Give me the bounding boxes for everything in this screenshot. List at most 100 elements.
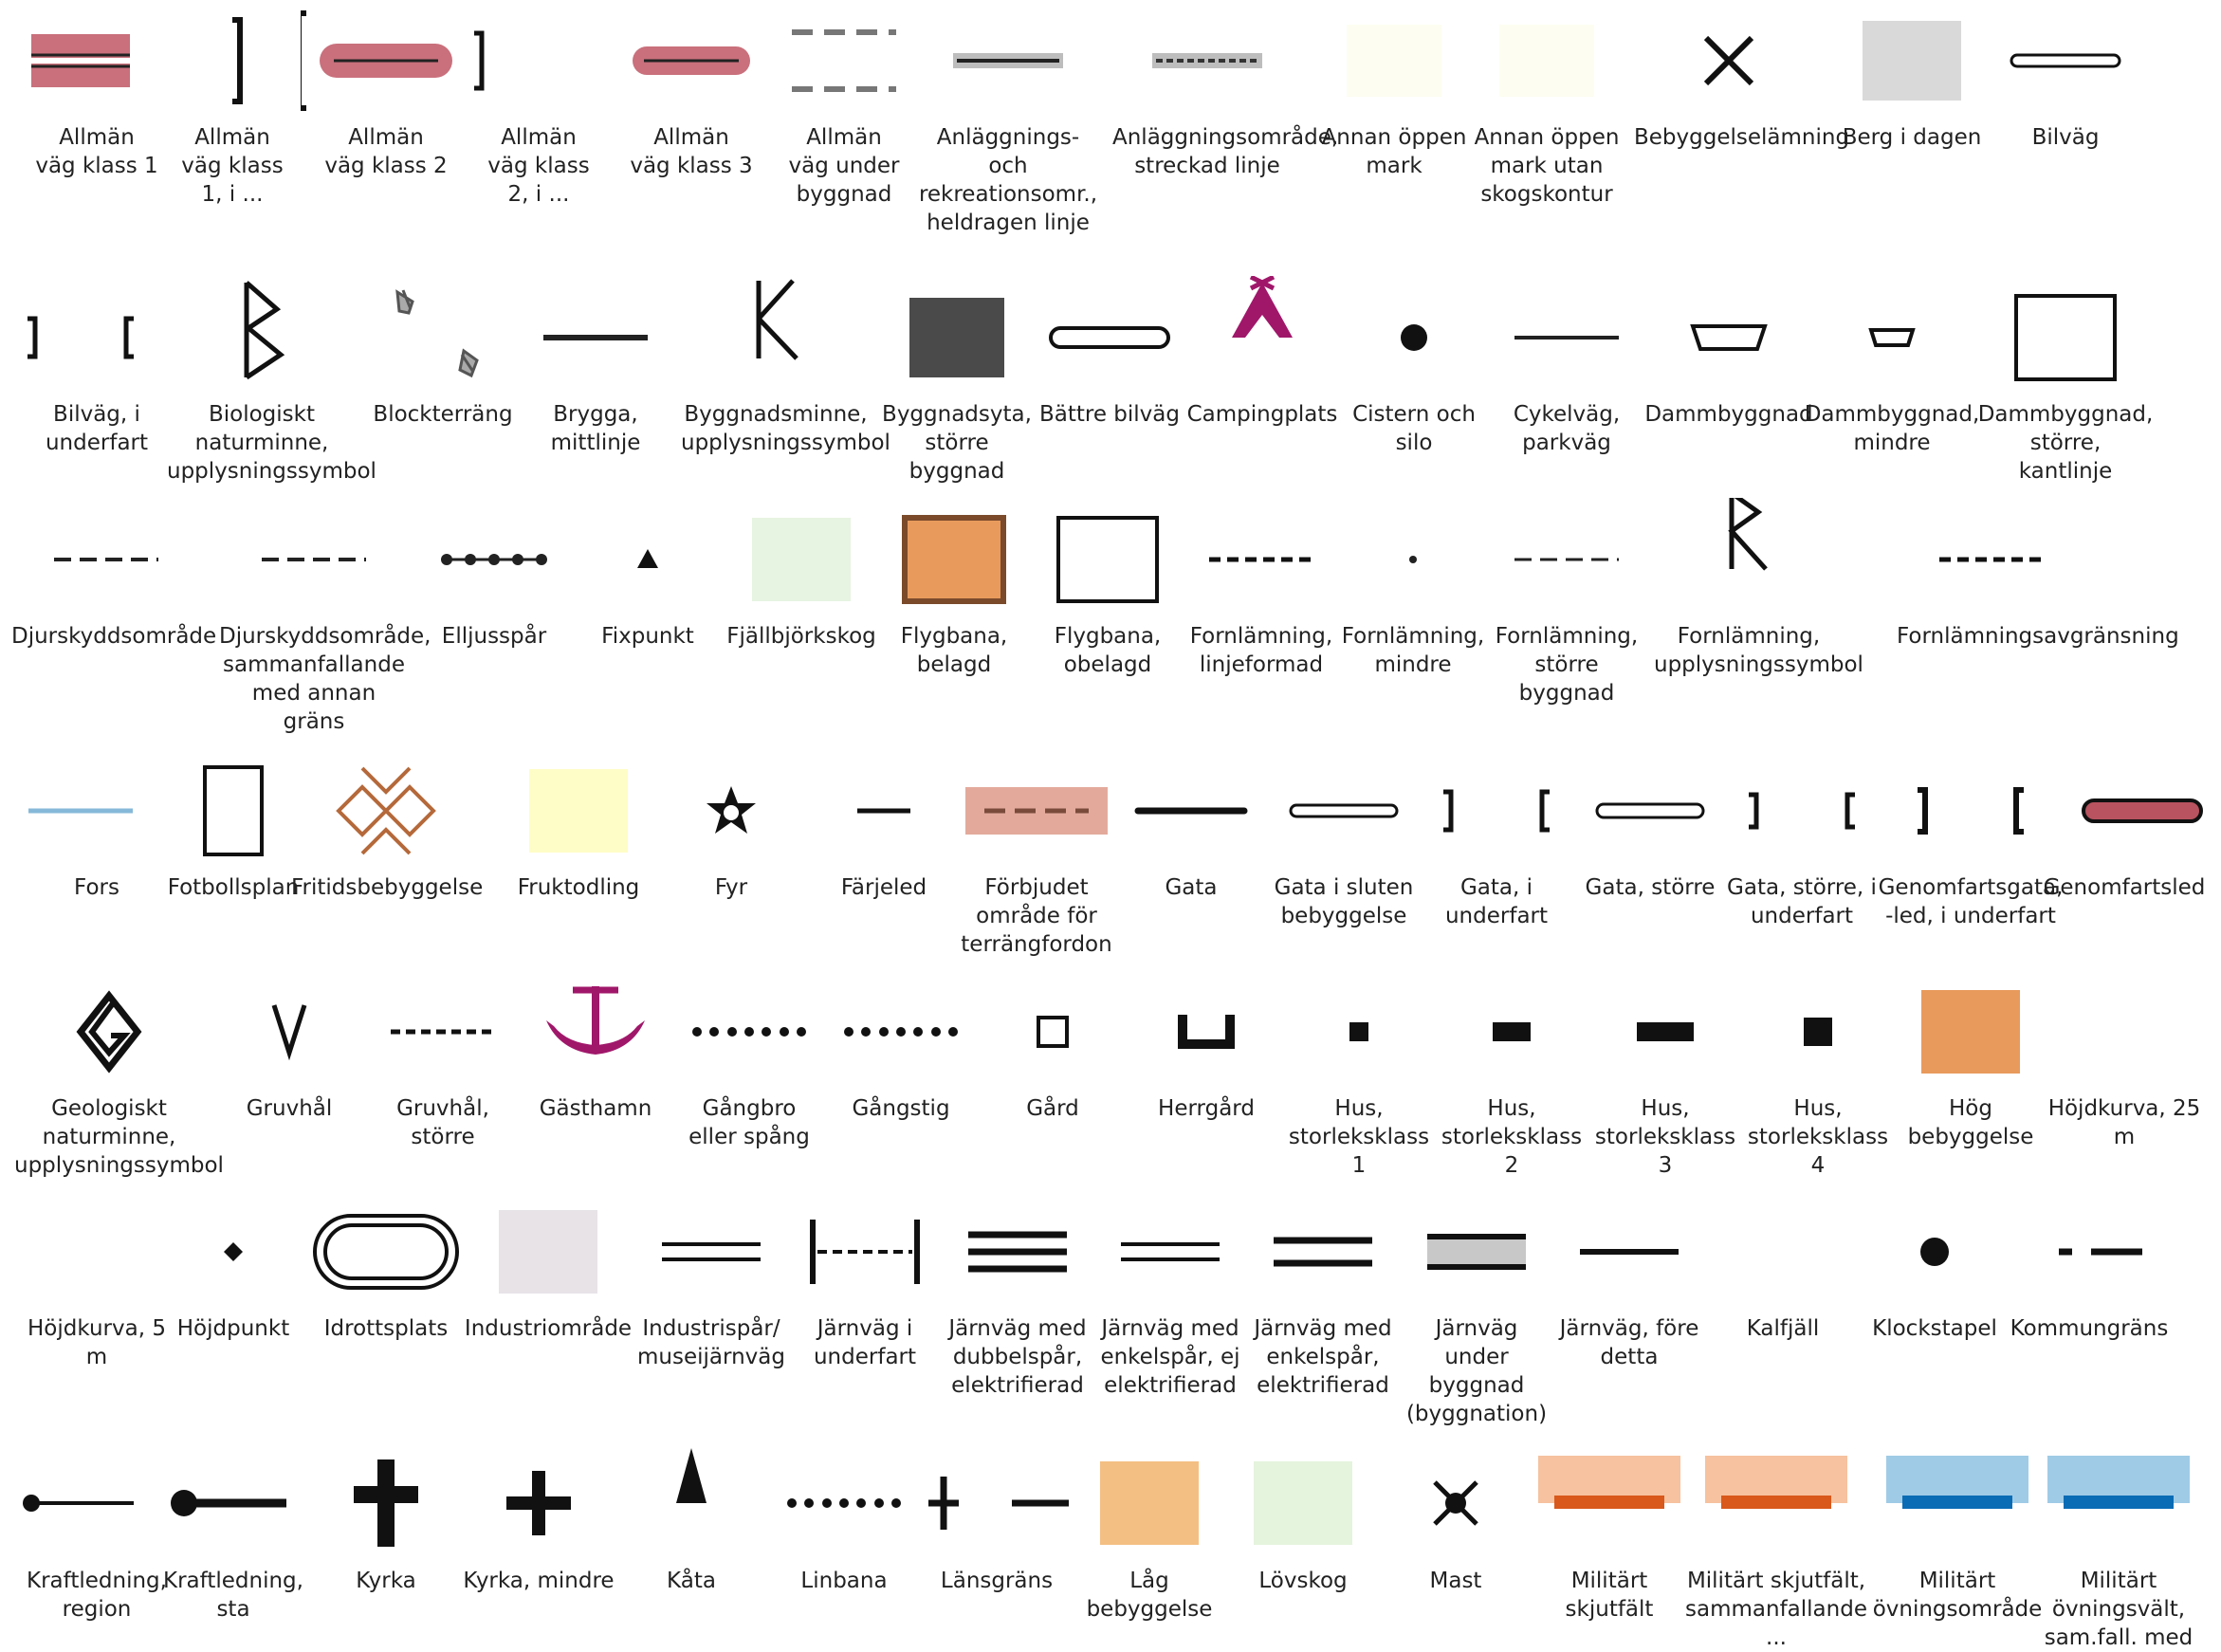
symbol-gata-storre-i-underfart — [1749, 792, 1855, 830]
symbol-jarnvag-enkelspar — [1274, 1237, 1372, 1267]
symbol-bebyggelselamning — [1703, 35, 1754, 86]
symbol-jarnvag-dubbelspar — [968, 1231, 1067, 1273]
symbol-gata-storre — [1595, 802, 1705, 819]
symbol-hojdpunkt — [224, 1242, 243, 1261]
symbol-djurskyddsomrade-sammanfallande — [262, 558, 366, 561]
symbol-gata — [1134, 807, 1248, 815]
legend-label-fritidsbebyggelse: Fritidsbebyggelse — [291, 875, 484, 900]
legend-label-djurskyddsomrade-sammanfallande: Djurskyddsområde, sammanfallande med ann… — [219, 624, 431, 734]
symbol-fjallbjorkskog — [752, 518, 851, 601]
symbol-kraftledning-region — [23, 1495, 134, 1512]
legend-label-dammbyggnad-mindre: Dammbyggnad, mindre — [1804, 402, 1980, 455]
symbol-farjeled — [857, 808, 910, 814]
symbol-militart-ovningsvalt — [2047, 1456, 2190, 1509]
symbol-byggnadsminne — [756, 279, 798, 360]
symbol-hus-storleksklass-4 — [1804, 1018, 1832, 1046]
symbol-anlaggningsomrade-streckad — [1152, 53, 1262, 68]
symbol-gata-i-sluten-bebyggelse — [1289, 803, 1399, 818]
legend-label-djurskyddsomrade: Djurskyddsområde — [11, 624, 217, 649]
symbol-hojdkurva-25 — [2039, 970, 2210, 1093]
symbol-fornlamning-mindre — [1409, 556, 1417, 563]
symbol-militart-skjutfalt-sammanfallande — [1705, 1456, 1847, 1509]
symbol-bilvag — [2010, 53, 2121, 68]
symbol-byggnadsyta-storre — [909, 298, 1004, 377]
symbol-gasthamn — [546, 986, 645, 1055]
symbol-kalfjall — [1698, 1190, 1868, 1313]
symbol-blockterrang — [395, 289, 479, 378]
symbol-dammbyggnad-storre-kantlinje — [2014, 294, 2117, 381]
symbol-fornlamning-linjeformad — [1209, 557, 1313, 562]
symbol-jarnvag-enkelspar-ej — [1121, 1242, 1220, 1261]
symbol-dammbyggnad-mindre — [1868, 328, 1916, 347]
symbol-mast — [1433, 1480, 1478, 1526]
symbol-brygga-mittlinje — [543, 335, 648, 340]
symbol-kyrka-mindre — [506, 1471, 571, 1535]
symbol-kommungrans — [2059, 1248, 2142, 1256]
symbol-jarnvag-i-underfart — [810, 1220, 920, 1284]
legend-label-geologiskt-naturminne: Geologiskt naturminne, upplysningssymbol — [14, 1096, 224, 1178]
symbol-biologiskt-naturminne — [244, 281, 285, 380]
symbol-idrottsplats — [313, 1214, 459, 1290]
symbol-fixpunkt — [637, 549, 658, 568]
legend-label-militart-skjutfalt-sammanfallande: Militärt skjutfält, sammanfallande ... — [1685, 1569, 1867, 1650]
symbol-dammbyggnad — [1690, 324, 1768, 351]
legend-label-annan-oppen-mark-utan-skogskontur: Annan öppen mark utan skogskontur — [1474, 125, 1620, 207]
symbol-hojdkurva-5 — [0, 1190, 166, 1313]
symbol-berg-i-dagen — [1863, 21, 1961, 101]
legend-label-bebyggelselamning: Bebyggelselämning — [1634, 125, 1850, 150]
legend-label-kommungrans: Kommungräns — [2010, 1316, 2169, 1341]
symbol-jarnvag-fore-detta — [1580, 1249, 1679, 1255]
legend-label-cykelvag-parkvag: Cykelväg, parkväg — [1513, 402, 1621, 455]
symbol-industriomrade — [499, 1210, 597, 1294]
legend-label-bilvag-i-underfart: Bilväg, i underfart — [45, 402, 149, 455]
symbol-genomfartsled — [2082, 798, 2203, 823]
symbol-elljusspar — [441, 554, 547, 565]
symbol-allman-vag-klass-1 — [31, 34, 130, 87]
symbol-battre-bilvag — [1049, 326, 1170, 349]
symbol-kata — [676, 1448, 707, 1503]
symbol-fors — [28, 808, 133, 814]
symbol-gata-i-underfart — [1443, 789, 1550, 833]
symbol-industrispar — [662, 1242, 761, 1261]
legend-label-brygga-mittlinje: Brygga, mittlinje — [550, 402, 641, 455]
map-legend: Allmän väg klass 1 Allmän väg klass 1, i … — [0, 0, 2221, 1650]
legend-label-genomfartsled: Genomfartsled — [2043, 875, 2206, 900]
symbol-fruktodling — [529, 769, 628, 853]
symbol-hus-storleksklass-1 — [1349, 1022, 1368, 1041]
symbol-kyrka — [354, 1459, 418, 1547]
legend-label-allman-vag-under-byggnad: Allmän väg under byggnad — [788, 125, 900, 207]
legend-label-biologiskt-naturminne: Biologiskt naturminne, upplysningssymbol — [167, 402, 376, 484]
legend-label-fornlamning-storre-byggnad: Fornlämning, större byggnad — [1495, 624, 1639, 706]
legend-label-anlaggnings-rekreation: Anläggnings- och rekreationsomr., heldra… — [918, 125, 1098, 235]
symbol-cykelvag-parkvag — [1514, 336, 1619, 340]
legend-label-dammbyggnad-storre-kantlinje: Dammbyggnad, större, kantlinje — [1977, 402, 2154, 484]
symbol-geologiskt-naturminne — [76, 990, 142, 1074]
symbol-allman-vag-klass-3 — [633, 46, 750, 75]
symbol-annan-oppen-mark — [1347, 25, 1441, 97]
symbol-hog-bebyggelse — [1921, 990, 2020, 1074]
legend-label-militart-ovningsvalt: Militärt övningsvält, sam.fall. med — [2044, 1569, 2193, 1650]
symbol-klockstapel — [1920, 1238, 1949, 1266]
symbol-genomfartsgata-i-underfart — [1918, 787, 2024, 835]
symbol-campingplats — [1232, 276, 1293, 338]
symbol-flygbana-obelagd — [1056, 516, 1159, 603]
legend-label-byggnadsminne: Byggnadsminne, upplysningssymbol — [681, 402, 890, 455]
symbol-lansgrans — [928, 1477, 1069, 1530]
symbol-fornlamningsavgransning — [1939, 557, 2044, 562]
symbol-flygbana-belagd — [902, 515, 1006, 604]
symbol-allman-vag-klass-2 — [301, 10, 452, 111]
symbol-hus-storleksklass-2 — [1493, 1022, 1531, 1041]
legend-label-gata-storre-i-underfart: Gata, större, i underfart — [1727, 875, 1877, 928]
symbol-annan-oppen-mark-utan-skogskontur — [1499, 25, 1594, 97]
legend-label-bilvag: Bilväg — [2031, 125, 2100, 150]
legend-label-industriomrade: Industriområde — [464, 1316, 633, 1341]
legend-label-anlaggningsomrade-streckad: Anläggningsområde, streckad linje — [1112, 125, 1339, 178]
symbol-anlaggnings-rekreation — [953, 53, 1063, 68]
symbol-djurskyddsomrade — [54, 558, 158, 561]
symbol-forbjudet-omrade — [965, 787, 1108, 835]
symbol-fritidsbebyggelse — [336, 766, 436, 855]
symbol-allman-vag-klass-1-i — [232, 17, 243, 104]
symbol-fornlamning-upplysningssymbol — [1728, 498, 1768, 571]
legend-label-idrottsplats: Idrottsplats — [323, 1316, 449, 1341]
symbol-kraftledning-sta — [171, 1490, 286, 1516]
